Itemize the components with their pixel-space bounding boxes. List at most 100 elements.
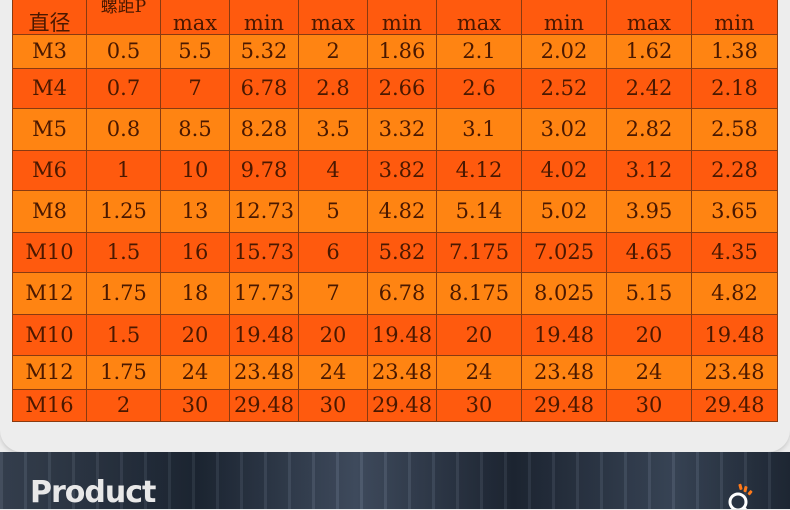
table-cell: 5.02	[521, 190, 607, 233]
table-cell: 5.32	[229, 34, 299, 69]
table-cell-size: M4	[12, 68, 87, 109]
header-pitch: 螺距P	[86, 0, 161, 35]
table-cell: 30	[436, 389, 522, 422]
table-cell: 30	[298, 389, 368, 422]
spec-table: 直径 螺距P max min max min max min max min M3 0.5 5.5 5.3…	[12, 0, 778, 422]
table-cell: 2.66	[367, 68, 437, 109]
header-max: max	[436, 0, 522, 35]
table-cell: 2	[298, 34, 368, 69]
table-cell: 1.75	[86, 355, 161, 390]
table-cell: 3.95	[606, 190, 692, 233]
table-cell: 5.5	[160, 34, 230, 69]
table-cell: 2.52	[521, 68, 607, 109]
table-cell: 29.48	[367, 389, 437, 422]
table-cell: 20	[298, 314, 368, 356]
table-cell: 5.82	[367, 232, 437, 273]
table-cell: 4.82	[691, 272, 778, 315]
table-cell: 19.48	[367, 314, 437, 356]
table-cell: 2.02	[521, 34, 607, 69]
table-cell: 1	[86, 150, 161, 191]
table-cell: 4.12	[436, 150, 522, 191]
table-cell: 23.48	[229, 355, 299, 390]
table-cell: 4	[298, 150, 368, 191]
spec-card: 直径 螺距P max min max min max min max min M3 0.5 5.5 5.3…	[0, 0, 790, 452]
table-cell: 6.78	[367, 272, 437, 315]
table-cell: 3.82	[367, 150, 437, 191]
table-row: M6 1 10 9.78 4 3.82 4.12 4.02 3.12 2.28	[12, 150, 778, 191]
table-cell-size: M3	[12, 34, 87, 69]
header-min: min	[691, 0, 778, 35]
header-min: min	[521, 0, 607, 35]
table-cell: 5.14	[436, 190, 522, 233]
table-cell: 30	[160, 389, 230, 422]
table-cell: 7.175	[436, 232, 522, 273]
table-cell: 1.86	[367, 34, 437, 69]
table-cell: 3.5	[298, 108, 368, 151]
table-cell: 3.12	[606, 150, 692, 191]
table-cell: 16	[160, 232, 230, 273]
table-cell: 4.65	[606, 232, 692, 273]
table-cell: 1.75	[86, 272, 161, 315]
table-cell: 2.8	[298, 68, 368, 109]
table-cell: 19.48	[229, 314, 299, 356]
header-max: max	[606, 0, 692, 35]
table-cell: 24	[298, 355, 368, 390]
table-row: M4 0.7 7 6.78 2.8 2.66 2.6 2.52 2.42 2.18	[12, 68, 778, 109]
table-cell-size: M10	[12, 314, 87, 356]
table-cell: 13	[160, 190, 230, 233]
table-cell-size: M5	[12, 108, 87, 151]
table-row: M8 1.25 13 12.73 5 4.82 5.14 5.02 3.95 3.65	[12, 190, 778, 233]
table-cell: 2.58	[691, 108, 778, 151]
table-cell: 4.82	[367, 190, 437, 233]
table-row: M3 0.5 5.5 5.32 2 1.86 2.1 2.02 1.62 1.38	[12, 34, 778, 69]
table-cell: 7	[298, 272, 368, 315]
table-row: M5 0.8 8.5 8.28 3.5 3.32 3.1 3.02 2.82 2.58	[12, 108, 778, 151]
table-cell: 12.73	[229, 190, 299, 233]
table-cell: 9.78	[229, 150, 299, 191]
table-cell: 24	[160, 355, 230, 390]
table-cell: 24	[436, 355, 522, 390]
table-cell: 6.78	[229, 68, 299, 109]
table-row: M10 1.5 16 15.73 6 5.82 7.175 7.025 4.65 4.35	[12, 232, 778, 273]
table-cell: 8.5	[160, 108, 230, 151]
table-cell: 5	[298, 190, 368, 233]
table-cell: 0.8	[86, 108, 161, 151]
table-cell: 0.5	[86, 34, 161, 69]
table-cell: 4.02	[521, 150, 607, 191]
table-cell: 24	[606, 355, 692, 390]
table-cell: 4.35	[691, 232, 778, 273]
header-max: max	[298, 0, 368, 35]
table-cell: 19.48	[521, 314, 607, 356]
search-icon[interactable]	[724, 482, 756, 509]
table-header-row: 直径 螺距P max min max min max min max min	[12, 0, 778, 35]
table-cell-size: M10	[12, 232, 87, 273]
table-cell: 3.02	[521, 108, 607, 151]
table-cell: 0.7	[86, 68, 161, 109]
table-cell: 3.32	[367, 108, 437, 151]
table-cell: 2.18	[691, 68, 778, 109]
table-cell-size: M16	[12, 389, 87, 422]
table-cell: 20	[160, 314, 230, 356]
table-cell: 3.65	[691, 190, 778, 233]
table-cell: 1.62	[606, 34, 692, 69]
table-cell: 23.48	[367, 355, 437, 390]
table-cell: 29.48	[521, 389, 607, 422]
table-cell: 1.25	[86, 190, 161, 233]
table-cell: 5.15	[606, 272, 692, 315]
table-cell: 29.48	[229, 389, 299, 422]
table-row: M16 2 30 29.48 30 29.48 30 29.48 30 29.48	[12, 389, 778, 422]
table-cell: 2.42	[606, 68, 692, 109]
table-cell-size: M8	[12, 190, 87, 233]
table-row: M10 1.5 20 19.48 20 19.48 20 19.48 20 19.48	[12, 314, 778, 356]
table-cell: 2.6	[436, 68, 522, 109]
table-cell-size: M12	[12, 355, 87, 390]
table-row: M12 1.75 24 23.48 24 23.48 24 23.48 24 23.48	[12, 355, 778, 390]
table-cell: 30	[606, 389, 692, 422]
spec-table-body: 直径 螺距P max min max min max min max min M3 0.5 5.5 5.3…	[12, 0, 778, 422]
table-cell: 10	[160, 150, 230, 191]
table-cell: 3.1	[436, 108, 522, 151]
table-cell: 1.5	[86, 232, 161, 273]
header-min: min	[367, 0, 437, 35]
table-row: M12 1.75 18 17.73 7 6.78 8.175 8.025 5.15 4.82	[12, 272, 778, 315]
table-cell: 23.48	[691, 355, 778, 390]
